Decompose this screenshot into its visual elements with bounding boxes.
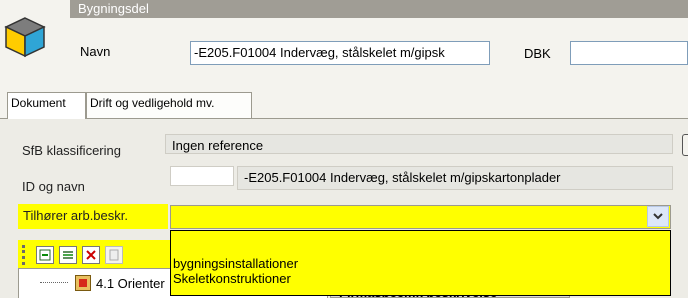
cube-logo-icon: [4, 17, 46, 58]
dropdown-option-skeletkonstruktioner[interactable]: Skeletkonstruktioner: [173, 271, 291, 286]
belongs-label: Tilhører arb.beskr.: [23, 208, 128, 223]
dbk-label: DBK: [524, 46, 551, 61]
dbk-field[interactable]: [570, 41, 688, 65]
delete-icon[interactable]: [82, 246, 100, 264]
id-name-field: -E205.F01004 Indervæg, stålskelet m/gips…: [237, 166, 673, 190]
id-field[interactable]: [170, 166, 234, 186]
section-titlebar: Bygningsdel: [70, 0, 688, 18]
dropdown-toggle-button[interactable]: [647, 206, 669, 227]
belongs-select[interactable]: [170, 205, 671, 229]
toolbar-grip: [22, 245, 28, 265]
tab-dokument[interactable]: Dokument: [7, 92, 86, 119]
tab-drift[interactable]: Drift og vedligehold mv.: [86, 92, 252, 118]
section-title: Bygningsdel: [78, 1, 149, 16]
list-icon[interactable]: [59, 246, 77, 264]
sfb-label: SfB klassificering: [22, 143, 121, 158]
dropdown-list: bygningsinstallationer Skeletkonstruktio…: [170, 230, 671, 296]
add-item-icon[interactable]: [36, 246, 54, 264]
tree-connector: [40, 282, 68, 283]
name-label: Navn: [80, 44, 111, 59]
name-field[interactable]: -E205.F01004 Indervæg, stålskelet m/gips…: [190, 41, 490, 65]
id-label: ID og navn: [22, 179, 85, 194]
folder-icon: [75, 275, 91, 291]
tree-item-label[interactable]: 4.1 Orienter: [96, 276, 165, 291]
chevron-down-icon: [653, 213, 663, 220]
document-icon: [105, 246, 123, 264]
sfb-field: Ingen reference: [165, 134, 673, 154]
dropdown-option-bygningsinstallationer[interactable]: bygningsinstallationer: [173, 256, 298, 271]
sfb-button[interactable]: [682, 134, 688, 156]
